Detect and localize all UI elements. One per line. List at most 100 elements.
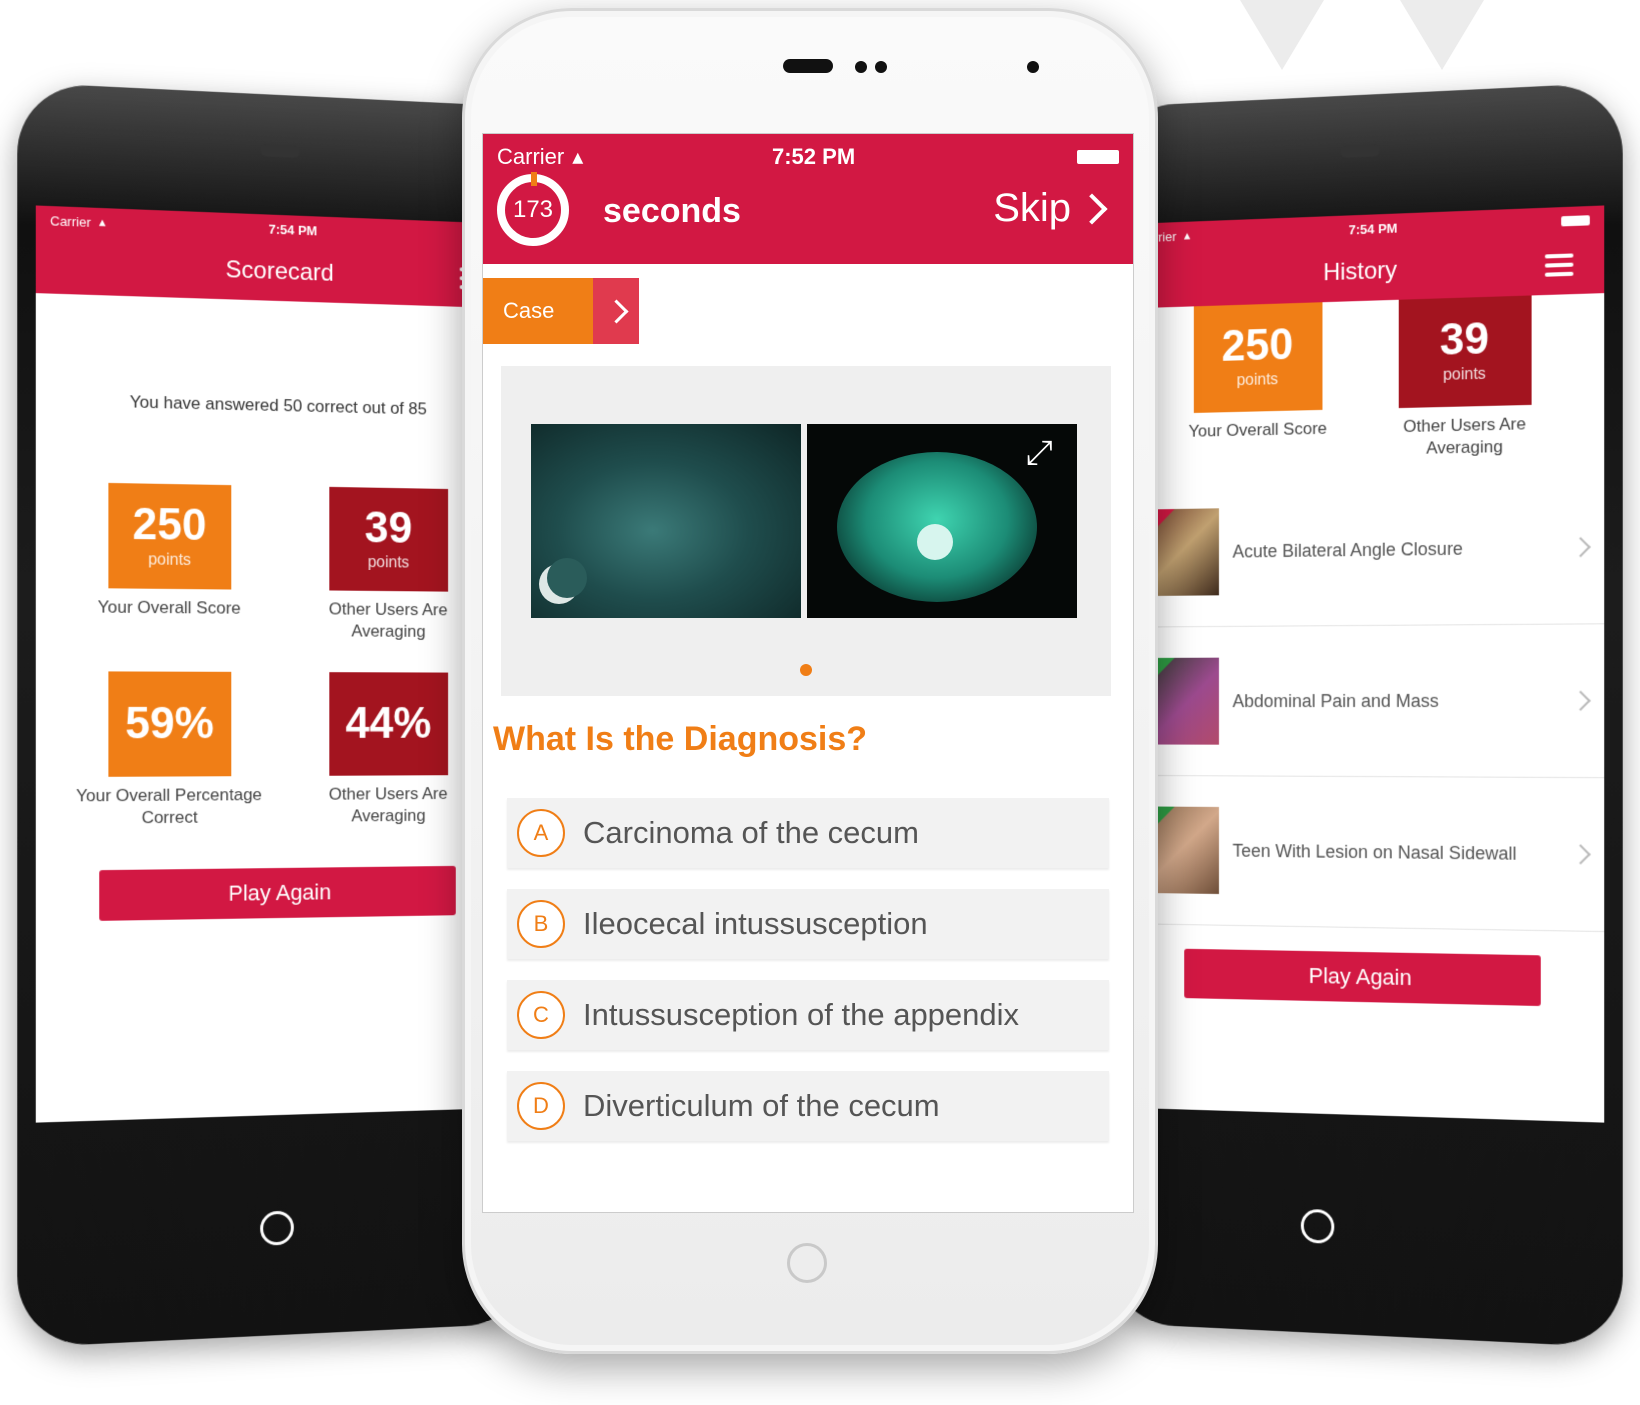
tile-box: 59% <box>107 671 231 778</box>
home-button[interactable] <box>1300 1208 1335 1244</box>
hamburger-menu-icon[interactable] <box>1544 253 1574 277</box>
history-item[interactable]: +0 Acute Bilateral Angle Closure <box>1141 470 1605 628</box>
choice-letter: D <box>517 1082 565 1130</box>
tile-label: Other Users Are Averaging <box>328 784 448 826</box>
chevron-right-icon <box>1570 690 1591 712</box>
status-bar: Carrier ▴ 7:52 PM <box>497 142 1119 172</box>
left-phone: Carrier ▴ 7:54 PM Scorecard You have ans… <box>17 82 533 1348</box>
answer-choice-b[interactable]: B Ileocecal intussusception <box>507 889 1109 959</box>
timer-unit-label: seconds <box>603 192 741 230</box>
choice-text: Ileocecal intussusception <box>583 906 928 941</box>
tile-box: 39 points <box>328 486 448 592</box>
ct-scan-image[interactable]: ⤢ <box>807 424 1077 618</box>
tile-value: 250 <box>1221 320 1294 371</box>
answer-choice-a[interactable]: A Carcinoma of the cecum <box>507 798 1109 868</box>
tile-unit: points <box>1442 365 1486 384</box>
tile-unit: points <box>148 551 192 569</box>
wifi-icon: ▴ <box>1183 227 1191 243</box>
skip-label: Skip <box>993 186 1071 230</box>
phone-camera <box>1027 61 1039 73</box>
home-button[interactable] <box>787 1243 827 1283</box>
history-screen: Carrier ▴ 7:54 PM History 250 points You… <box>1124 205 1605 1123</box>
wifi-icon: ▴ <box>98 214 106 230</box>
history-title: Teen With Lesion on Nasal Sidewall <box>1232 840 1517 864</box>
case-tab[interactable]: Case <box>483 278 639 344</box>
answer-choice-d[interactable]: D Diverticulum of the cecum <box>507 1071 1109 1141</box>
carrier-label: Carrier <box>497 144 565 169</box>
tile-value: 39 <box>1439 314 1489 365</box>
chevron-right-icon <box>1570 844 1591 865</box>
decorative-triangle <box>1400 0 1484 70</box>
carrier-label: Carrier <box>50 212 91 230</box>
battery-icon <box>1561 215 1590 227</box>
timer-progress-marker <box>531 172 537 186</box>
choice-letter: B <box>517 900 565 948</box>
scorecard-screen: Carrier ▴ 7:54 PM Scorecard You have ans… <box>35 205 516 1123</box>
quiz-screen: Carrier ▴ 7:52 PM 173 seconds Skip Case <box>482 133 1134 1213</box>
tile-label: Your Overall Score <box>1188 418 1327 441</box>
tile-unit: points <box>367 554 410 572</box>
skip-button[interactable]: Skip <box>993 186 1108 231</box>
choice-text: Diverticulum of the cecum <box>583 1088 940 1123</box>
case-image-carousel[interactable]: ⤢ <box>501 366 1111 696</box>
history-item[interactable]: +5 Abdominal Pain and Mass <box>1141 624 1605 779</box>
tile-box: 250 points <box>1193 300 1322 413</box>
history-list: +0 Acute Bilateral Angle Closure +5 Abdo… <box>1125 470 1605 933</box>
status-time: 7:52 PM <box>772 144 856 169</box>
tile-label: Your Overall Score <box>97 597 241 618</box>
play-again-button[interactable]: Play Again <box>1184 948 1541 1007</box>
tile-unit: points <box>1236 371 1279 390</box>
tile-label: Other Users Are Averaging <box>328 599 448 641</box>
tile-box: 44% <box>328 672 448 776</box>
tile-value: 39 <box>364 503 413 553</box>
choice-letter: A <box>517 809 565 857</box>
chevron-right-icon <box>593 278 639 344</box>
tile-label: Other Users Are Averaging <box>1403 414 1526 458</box>
expand-icon[interactable]: ⤢ <box>1026 434 1053 473</box>
history-title: Acute Bilateral Angle Closure <box>1232 538 1463 562</box>
ct-spine <box>917 524 953 560</box>
choice-letter: C <box>517 991 565 1039</box>
question-title: What Is the Diagnosis? <box>493 720 868 758</box>
tile-box: 250 points <box>107 482 231 590</box>
tile-label: Your Overall Percentage Correct <box>75 785 262 828</box>
phone-sensor <box>875 61 887 73</box>
tile-value: 250 <box>132 499 207 551</box>
phone-speaker <box>1340 144 1380 158</box>
battery-icon <box>1077 150 1119 164</box>
carousel-page-indicator[interactable] <box>800 664 812 676</box>
timer-value: 173 <box>512 196 554 223</box>
answer-choice-c[interactable]: C Intussusception of the appendix <box>507 980 1109 1050</box>
answered-summary: You have answered 50 correct out of 85 <box>129 392 427 419</box>
case-tab-label: Case <box>483 278 593 344</box>
history-item[interactable]: +5 Teen With Lesion on Nasal Sidewall <box>1141 776 1605 933</box>
tile-value: 59% <box>125 698 214 749</box>
score-tile: 250 points Your Overall Score <box>73 482 265 642</box>
page-title: Scorecard <box>225 256 334 287</box>
wifi-icon: ▴ <box>572 144 584 169</box>
score-tile: 39 points Other Users Are Averaging <box>1375 293 1555 461</box>
ultrasound-image[interactable] <box>531 424 801 618</box>
tile-value: 44% <box>345 699 432 749</box>
score-tile: 44% Other Users Are Averaging <box>295 672 481 828</box>
tile-box: 39 points <box>1398 293 1532 409</box>
score-tile: 250 points Your Overall Score <box>1171 299 1345 464</box>
phone-sensor <box>855 61 867 73</box>
page-title: History <box>1323 256 1398 287</box>
play-again-button[interactable]: Play Again <box>99 866 456 922</box>
center-phone: Carrier ▴ 7:52 PM 173 seconds Skip Case <box>462 8 1158 1354</box>
quiz-header: Carrier ▴ 7:52 PM 173 seconds Skip <box>483 134 1133 264</box>
choice-text: Carcinoma of the cecum <box>583 815 919 850</box>
marketing-stage: Carrier ▴ 7:54 PM Scorecard You have ans… <box>0 0 1640 1405</box>
phone-speaker <box>783 59 833 73</box>
history-title: Abdominal Pain and Mass <box>1232 690 1439 711</box>
score-tile: 59% Your Overall Percentage Correct <box>73 671 265 830</box>
score-tiles: 250 points Your Overall Score 39 points … <box>1125 291 1604 466</box>
score-tile: 39 points Other Users Are Averaging <box>295 486 481 643</box>
home-button[interactable] <box>260 1210 294 1246</box>
decorative-triangle <box>1240 0 1324 70</box>
ultrasound-marker <box>539 558 587 604</box>
score-tiles: 250 points Your Overall Score 39 points … <box>36 482 515 831</box>
right-phone: Carrier ▴ 7:54 PM History 250 points You… <box>1107 82 1623 1348</box>
chevron-right-icon <box>1076 192 1108 225</box>
